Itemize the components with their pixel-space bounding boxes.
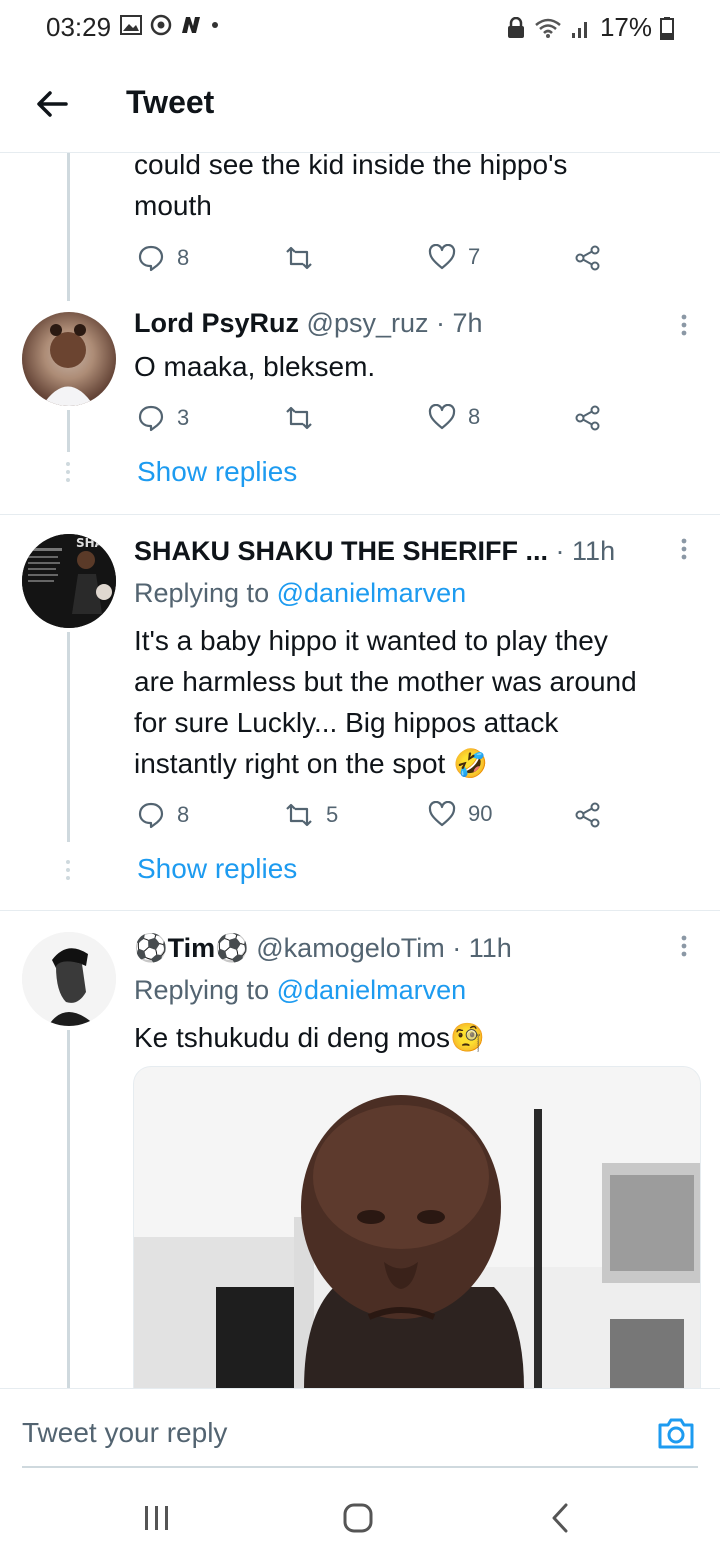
show-replies-link[interactable]: Show replies: [137, 853, 297, 885]
thread-line: [67, 153, 70, 301]
like-action[interactable]: 7: [428, 244, 480, 270]
tweet-header: ⚽Tim⚽ @kamogeloTim · 11h: [134, 932, 512, 964]
display-name[interactable]: ⚽Tim⚽: [134, 933, 249, 963]
thread-dots-icon: [66, 462, 70, 482]
camera-icon[interactable]: [656, 1413, 696, 1453]
reply-composer: Tweet your reply: [0, 1388, 720, 1469]
back-nav-icon[interactable]: [548, 1502, 572, 1534]
avatar[interactable]: [22, 932, 116, 1026]
display-name[interactable]: Lord PsyRuz: [134, 308, 299, 338]
more-options-icon[interactable]: [679, 313, 689, 337]
avatar[interactable]: [22, 312, 116, 406]
heart-icon: [428, 801, 456, 827]
retweet-icon: [286, 406, 312, 430]
chrome-icon: [150, 14, 172, 36]
tweet-text-line: could see the kid inside the hippo's: [134, 149, 568, 180]
gallery-icon: [120, 15, 142, 35]
recent-apps-icon[interactable]: [142, 1504, 172, 1532]
home-icon[interactable]: [342, 1502, 374, 1534]
replying-to-handle[interactable]: @danielmarven: [277, 975, 467, 1005]
retweet-action[interactable]: [284, 404, 314, 432]
share-action[interactable]: [574, 801, 602, 829]
replying-to-label: Replying to: [134, 578, 270, 608]
app-n-icon: [182, 17, 200, 33]
tweet-text-line: instantly right on the spot 🤣: [134, 748, 488, 779]
status-time: 03:29: [46, 12, 112, 42]
reply-input[interactable]: Tweet your reply: [22, 1417, 227, 1449]
like-count: 8: [468, 404, 481, 429]
replying-to: Replying to @danielmarven: [134, 975, 466, 1006]
retweet-icon: [286, 246, 312, 270]
reply-icon: [138, 802, 164, 829]
share-icon: [575, 405, 600, 431]
more-options-icon[interactable]: [679, 934, 689, 958]
reply-count: 8: [177, 245, 190, 270]
wifi-icon: [535, 18, 561, 38]
svg-text:SHA: SHA: [76, 536, 105, 550]
system-nav-bar: [0, 1468, 720, 1560]
like-count: 7: [468, 244, 481, 269]
heart-icon: [428, 404, 456, 430]
status-notification-icons: [120, 14, 220, 36]
divider: [0, 514, 720, 515]
battery-icon: [660, 16, 674, 40]
avatar-image: [22, 312, 116, 406]
replying-to-handle[interactable]: @danielmarven: [277, 578, 467, 608]
tweet-text: O maaka, bleksem.: [134, 351, 376, 382]
like-count: 90: [468, 801, 493, 826]
share-action[interactable]: [574, 404, 602, 432]
thread-dots-icon: [66, 860, 70, 880]
tweet-text-line: are harmless but the mother was around: [134, 666, 637, 697]
avatar-image: SHA: [22, 534, 116, 628]
thread-line: [67, 1030, 70, 1388]
like-action[interactable]: 90: [428, 801, 492, 827]
tweet-text-line: for sure Luckly... Big hippos attack: [134, 707, 559, 738]
reply-count: 8: [177, 802, 190, 827]
retweet-action[interactable]: [284, 244, 314, 272]
tweet-header: SHAKU SHAKU THE SHERIFF ... · 11h: [134, 536, 615, 567]
share-icon: [575, 802, 600, 828]
reply-count: 3: [177, 405, 190, 430]
dot-icon: [212, 22, 218, 28]
share-action[interactable]: [574, 244, 602, 272]
page-title: Tweet: [126, 84, 215, 120]
avatar[interactable]: SHA: [22, 534, 116, 628]
tweet-meta: · 11h: [555, 536, 616, 566]
back-arrow-icon[interactable]: [32, 84, 72, 124]
show-replies-link[interactable]: Show replies: [137, 456, 297, 488]
replying-to-label: Replying to: [134, 975, 270, 1005]
signal-icon: [571, 21, 587, 38]
thread-line: [67, 410, 70, 452]
reply-action[interactable]: 8: [137, 244, 189, 272]
heart-icon: [428, 244, 456, 270]
status-right-group: 17%: [506, 12, 674, 43]
tweet-text-line: It's a baby hippo it wanted to play they: [134, 625, 608, 656]
lock-icon: [507, 16, 524, 38]
retweet-icon: [286, 803, 312, 827]
tweet-header: Lord PsyRuz @psy_ruz · 7h: [134, 308, 483, 339]
retweet-action[interactable]: 5: [284, 801, 338, 829]
thread-line: [67, 632, 70, 842]
top-app-bar: Tweet: [0, 56, 720, 153]
display-name[interactable]: SHAKU SHAKU THE SHERIFF ...: [134, 536, 548, 566]
photo-content: [134, 1067, 700, 1389]
tweet-text: Ke tshukudu di deng mos🧐: [134, 1022, 485, 1053]
reply-action[interactable]: 3: [137, 404, 189, 432]
battery-percent: 17%: [599, 12, 652, 42]
tweet-meta: @psy_ruz · 7h: [306, 308, 483, 338]
tweet-media-image[interactable]: [133, 1066, 701, 1389]
tweet-text-line: mouth: [134, 190, 212, 221]
like-action[interactable]: 8: [428, 404, 480, 430]
tweet-meta: @kamogeloTim · 11h: [256, 933, 512, 963]
retweet-count: 5: [326, 802, 339, 827]
divider: [0, 910, 720, 911]
avatar-image: [22, 932, 116, 1026]
replying-to: Replying to @danielmarven: [134, 578, 466, 609]
more-options-icon[interactable]: [679, 537, 689, 561]
reply-icon: [138, 405, 164, 432]
reply-action[interactable]: 8: [137, 801, 189, 829]
reply-icon: [138, 245, 164, 272]
share-icon: [575, 245, 600, 271]
